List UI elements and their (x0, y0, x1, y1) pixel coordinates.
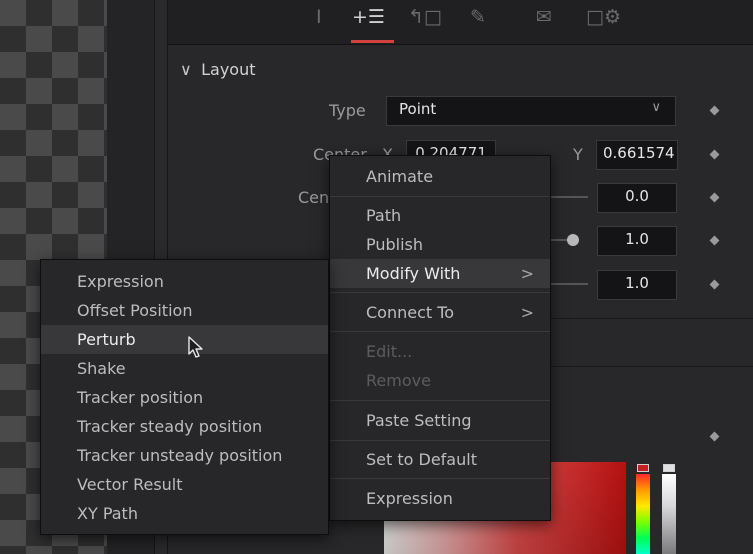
keyframe-diamond-icon[interactable] (709, 149, 720, 160)
menu-separator (330, 478, 550, 479)
submenu-item-offset-position[interactable]: Offset Position (41, 296, 328, 325)
modify-with-submenu: Expression Offset Position Perturb Shake… (40, 259, 329, 535)
menu-item-label: Tracker unsteady position (77, 446, 283, 465)
menu-separator (330, 331, 550, 332)
menu-item-label: Tracker position (77, 388, 204, 407)
chevron-down-icon: ∨ (651, 100, 661, 115)
menu-item-label: Publish (366, 235, 424, 254)
menu-item-animate[interactable]: Animate (330, 162, 550, 191)
menu-separator (330, 440, 550, 441)
menu-separator (330, 196, 550, 197)
submenu-item-vector-result[interactable]: Vector Result (41, 470, 328, 499)
context-menu: Animate Path Publish Modify With > Connec… (329, 155, 551, 521)
menu-item-connect-to[interactable]: Connect To > (330, 298, 550, 327)
settings-icon[interactable]: □⚙ (586, 6, 621, 28)
keyframe-diamond-icon[interactable] (709, 192, 720, 203)
menu-item-label: Paste Setting (366, 411, 472, 430)
menu-separator (330, 400, 550, 401)
menu-item-set-to-default[interactable]: Set to Default (330, 445, 550, 474)
menu-item-label: Shake (77, 359, 126, 378)
menu-item-label: Remove (366, 371, 431, 390)
type-label: Type (329, 101, 366, 120)
menu-item-label: Tracker steady position (77, 417, 263, 436)
alpha-slider[interactable] (662, 474, 676, 554)
type-dropdown[interactable]: Point ∨ (386, 96, 676, 126)
submenu-item-perturb[interactable]: Perturb (41, 325, 328, 354)
chevron-right-icon: > (520, 264, 534, 283)
keyframe-diamond-icon[interactable] (709, 235, 720, 246)
active-tab-indicator (351, 40, 394, 43)
alpha-cap (663, 464, 675, 472)
size-field[interactable]: 1.0 (597, 226, 677, 256)
submenu-item-tracker-position[interactable]: Tracker position (41, 383, 328, 412)
inspector-tabbar: Ⅰ +☰ ↰□ ✎ ✉ □⚙ (168, 0, 753, 45)
y-label: Y (573, 145, 583, 164)
center-z-field[interactable]: 0.0 (597, 183, 677, 213)
submenu-item-shake[interactable]: Shake (41, 354, 328, 383)
menu-item-label: Offset Position (77, 301, 193, 320)
center-y-value: 0.661574 (603, 144, 675, 162)
menu-item-label: Modify With (366, 264, 461, 283)
chevron-down-icon: ∨ (180, 60, 192, 79)
slider-knob[interactable] (567, 234, 579, 246)
slider-track[interactable] (548, 239, 568, 241)
menu-item-label: XY Path (77, 504, 138, 523)
menu-item-label: Vector Result (77, 475, 183, 494)
paint-icon[interactable]: ✎ (470, 6, 486, 28)
keyframe-diamond-icon[interactable] (709, 105, 720, 116)
slider-track[interactable] (548, 283, 588, 285)
menu-item-paste-setting[interactable]: Paste Setting (330, 406, 550, 435)
layout-section-header[interactable]: ∨ Layout (180, 60, 255, 79)
keyframe-icon[interactable]: ↰□ (408, 6, 442, 28)
menu-item-label: Animate (366, 167, 434, 186)
menu-item-label: Expression (366, 489, 453, 508)
menu-item-label: Edit... (366, 342, 413, 361)
type-value: Point (399, 100, 437, 118)
menu-separator (330, 292, 550, 293)
chevron-right-icon: > (520, 303, 534, 322)
menu-item-expression[interactable]: Expression (330, 484, 550, 513)
menu-item-label: Path (366, 206, 402, 225)
center-z-value: 0.0 (625, 187, 649, 205)
submenu-item-tracker-steady-position[interactable]: Tracker steady position (41, 412, 328, 441)
keyframe-diamond-icon[interactable] (709, 431, 720, 442)
envelope-icon[interactable]: ✉ (536, 6, 552, 28)
submenu-item-expression[interactable]: Expression (41, 267, 328, 296)
size-value: 1.0 (625, 230, 649, 248)
hue-slider[interactable] (636, 474, 650, 554)
mouse-pointer-icon (188, 336, 203, 358)
menu-item-path[interactable]: Path (330, 201, 550, 230)
menu-item-label: Set to Default (366, 450, 477, 469)
menu-item-label: Expression (77, 272, 164, 291)
menu-item-remove: Remove (330, 366, 550, 395)
submenu-item-xy-path[interactable]: XY Path (41, 499, 328, 528)
menu-item-label: Connect To (366, 303, 455, 322)
menu-item-modify-with[interactable]: Modify With > (330, 259, 550, 288)
aspect-field[interactable]: 1.0 (597, 270, 677, 300)
slider-track[interactable] (548, 196, 588, 198)
keyframe-diamond-icon[interactable] (709, 279, 720, 290)
menu-item-edit: Edit... (330, 337, 550, 366)
submenu-item-tracker-unsteady-position[interactable]: Tracker unsteady position (41, 441, 328, 470)
center-y-field[interactable]: 0.661574 (596, 140, 678, 170)
modifiers-icon[interactable]: +☰ (352, 6, 385, 28)
aspect-value: 1.0 (625, 274, 649, 292)
tools-icon[interactable]: Ⅰ (316, 6, 322, 28)
menu-item-publish[interactable]: Publish (330, 230, 550, 259)
menu-item-label: Perturb (77, 330, 136, 349)
hue-cap (637, 464, 649, 472)
section-title: Layout (201, 60, 256, 79)
